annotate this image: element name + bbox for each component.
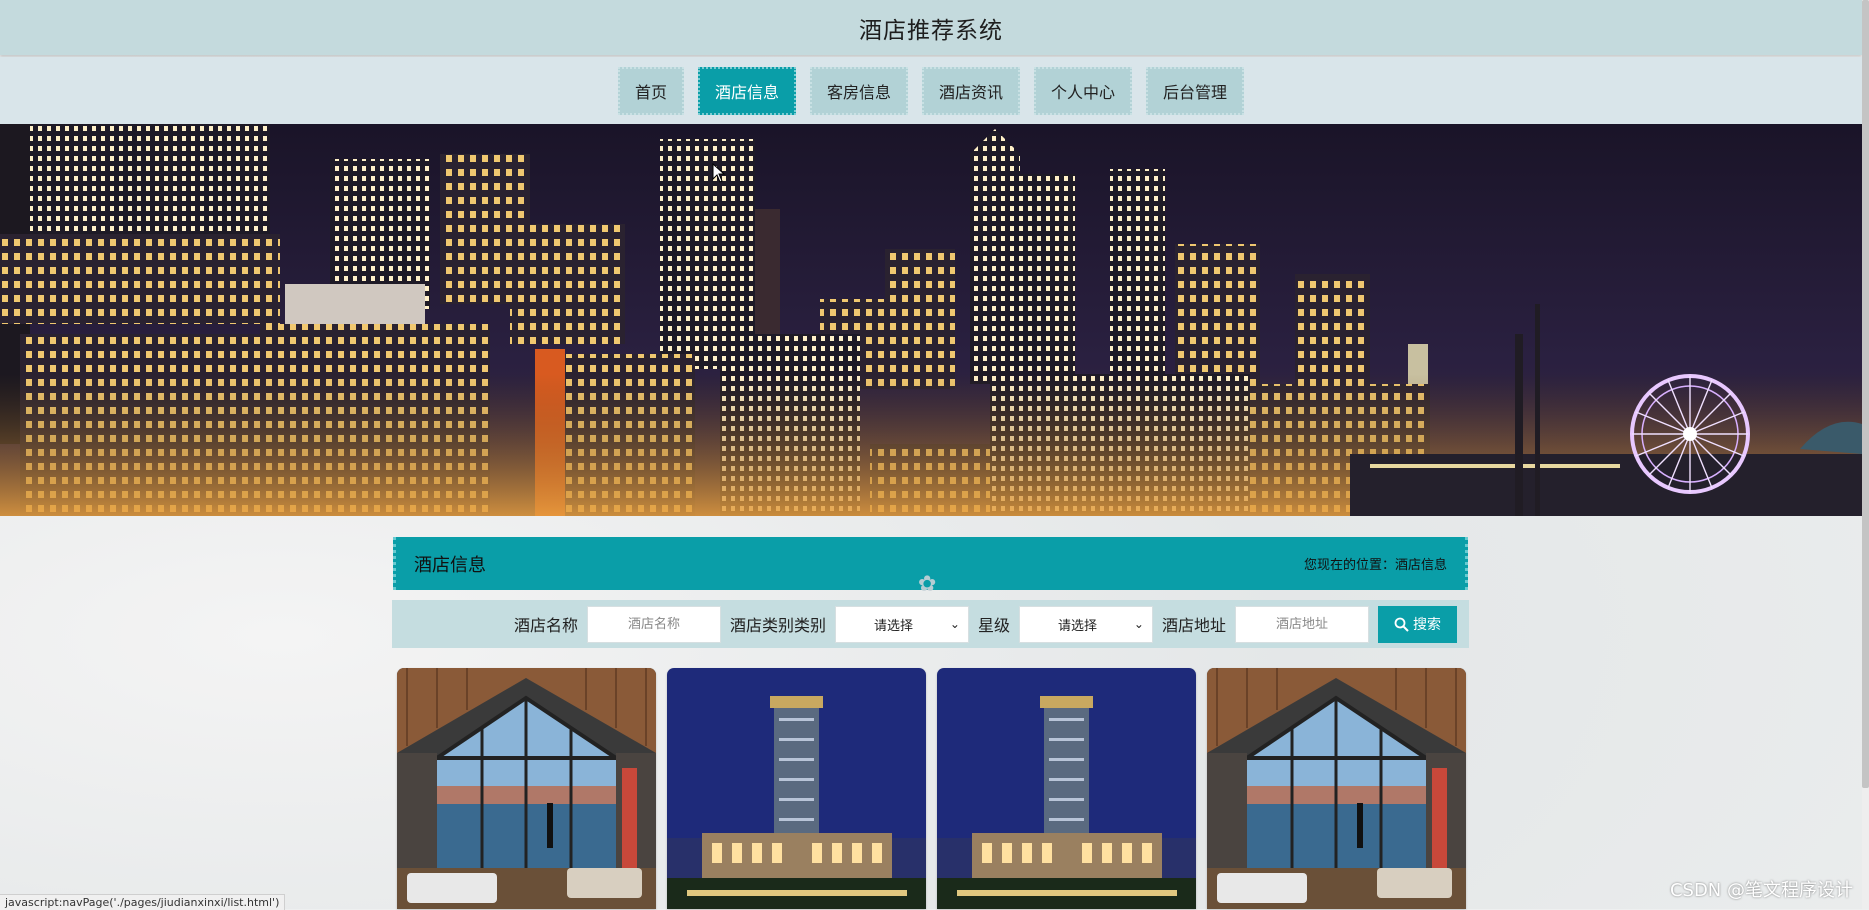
decorative-flake-icon: ✿	[918, 572, 937, 597]
hotel-card-grid	[397, 668, 1466, 909]
search-form: 酒店名称 酒店类别类别 请选择 ⌄ 星级 请选择 ⌄ 酒店地址 搜索	[392, 600, 1469, 648]
nav-item-home[interactable]: 首页	[617, 66, 684, 115]
section-title: 酒店信息	[414, 554, 486, 576]
hotel-category-label: 酒店类别类别	[729, 616, 826, 635]
page-scrollbar[interactable]	[1862, 0, 1869, 909]
nav-item-admin[interactable]: 后台管理	[1146, 66, 1245, 115]
hotel-tower-image	[937, 668, 1196, 909]
nav-item-personal-center[interactable]: 个人中心	[1034, 66, 1133, 115]
nav-item-room-info[interactable]: 客房信息	[809, 66, 908, 115]
hotel-tower-image	[667, 668, 926, 909]
hotel-card[interactable]	[397, 668, 656, 909]
main-nav: 首页 酒店信息 客房信息 酒店资讯 个人中心 后台管理	[0, 57, 1862, 124]
search-button[interactable]: 搜索	[1378, 605, 1457, 643]
hotel-room-image	[1207, 668, 1466, 909]
hotel-category-select[interactable]: 请选择 ⌄	[834, 605, 969, 643]
hotel-room-image	[397, 668, 656, 909]
banner-image	[0, 124, 1862, 516]
chevron-down-icon: ⌄	[949, 617, 960, 631]
hotel-card[interactable]	[1207, 668, 1466, 909]
hotel-card[interactable]	[667, 668, 926, 909]
hotel-category-value: 请选择	[873, 618, 913, 634]
hotel-address-input[interactable]	[1235, 605, 1369, 643]
csdn-watermark: CSDN @笔文程序设计	[1669, 880, 1853, 901]
site-header: 酒店推荐系统	[0, 0, 1862, 55]
hotel-card[interactable]	[937, 668, 1196, 909]
hotel-name-label: 酒店名称	[513, 616, 578, 635]
site-title: 酒店推荐系统	[859, 17, 1003, 44]
star-rating-label: 星级	[977, 616, 1010, 635]
city-night-banner	[0, 124, 1862, 516]
hotel-name-input[interactable]	[586, 605, 721, 643]
mouse-cursor-icon	[712, 163, 726, 183]
browser-status-bar: javascript:navPage('./pages/jiudianxinxi…	[0, 894, 286, 910]
search-button-label: 搜索	[1413, 617, 1441, 633]
hotel-address-label: 酒店地址	[1161, 616, 1226, 635]
scrollbar-thumb[interactable]	[1862, 0, 1869, 788]
star-rating-select[interactable]: 请选择 ⌄	[1018, 605, 1153, 643]
nav-item-hotel-news[interactable]: 酒店资讯	[922, 66, 1021, 115]
breadcrumb: 您现在的位置：酒店信息	[1303, 558, 1447, 573]
chevron-down-icon: ⌄	[1133, 617, 1144, 631]
star-rating-value: 请选择	[1057, 618, 1097, 634]
nav-item-hotel-info[interactable]: 酒店信息	[697, 66, 796, 115]
search-icon	[1394, 617, 1409, 632]
